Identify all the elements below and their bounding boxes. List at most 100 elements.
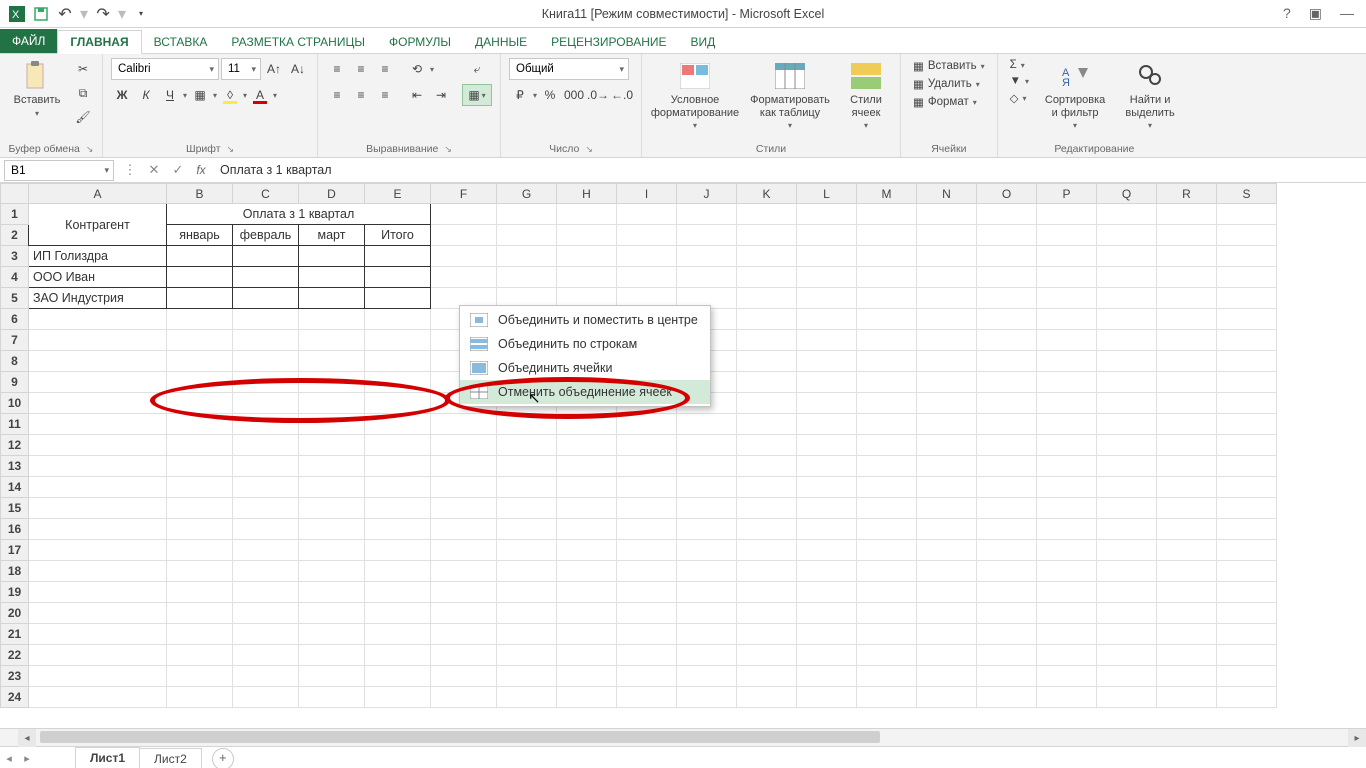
cell-I16[interactable] [617, 519, 677, 540]
row-header-22[interactable]: 22 [1, 645, 29, 666]
fill-button[interactable]: ▼▾ [1006, 74, 1033, 88]
cell-R19[interactable] [1157, 582, 1217, 603]
format-cells-button[interactable]: ▦Формат▾ [909, 94, 989, 110]
find-select-button[interactable]: Найти и выделить▾ [1117, 58, 1183, 132]
cell-G15[interactable] [497, 498, 557, 519]
align-top-icon[interactable]: ≡ [326, 58, 348, 80]
cell-N11[interactable] [917, 414, 977, 435]
cell-O22[interactable] [977, 645, 1037, 666]
cell-Q3[interactable] [1097, 246, 1157, 267]
cell-G17[interactable] [497, 540, 557, 561]
cell-F17[interactable] [431, 540, 497, 561]
cell-B22[interactable] [167, 645, 233, 666]
cell-S14[interactable] [1217, 477, 1277, 498]
cell-A4[interactable]: ООО Иван [29, 267, 167, 288]
tab-page-layout[interactable]: РАЗМЕТКА СТРАНИЦЫ [219, 31, 377, 53]
cell-H3[interactable] [557, 246, 617, 267]
cell-E10[interactable] [365, 393, 431, 414]
cell-H12[interactable] [557, 435, 617, 456]
cell-P10[interactable] [1037, 393, 1097, 414]
cell-D13[interactable] [299, 456, 365, 477]
cell-H24[interactable] [557, 687, 617, 708]
cell-P6[interactable] [1037, 309, 1097, 330]
cell-A16[interactable] [29, 519, 167, 540]
cell-S23[interactable] [1217, 666, 1277, 687]
cell-I3[interactable] [617, 246, 677, 267]
align-bottom-icon[interactable]: ≡ [374, 58, 396, 80]
cell-E5[interactable] [365, 288, 431, 309]
decrease-indent-icon[interactable]: ⇤ [406, 84, 428, 106]
merge-across-item[interactable]: Объединить по строкам [460, 332, 710, 356]
cell-N20[interactable] [917, 603, 977, 624]
cell-A13[interactable] [29, 456, 167, 477]
cell-M10[interactable] [857, 393, 917, 414]
cell-J23[interactable] [677, 666, 737, 687]
cell-A20[interactable] [29, 603, 167, 624]
cell-B14[interactable] [167, 477, 233, 498]
row-header-19[interactable]: 19 [1, 582, 29, 603]
cell-Q2[interactable] [1097, 225, 1157, 246]
cell-D8[interactable] [299, 351, 365, 372]
row-header-18[interactable]: 18 [1, 561, 29, 582]
cell-O20[interactable] [977, 603, 1037, 624]
cell-K2[interactable] [737, 225, 797, 246]
cell-S11[interactable] [1217, 414, 1277, 435]
cell-B24[interactable] [167, 687, 233, 708]
cell-N14[interactable] [917, 477, 977, 498]
cell-P16[interactable] [1037, 519, 1097, 540]
cell-J16[interactable] [677, 519, 737, 540]
align-left-icon[interactable]: ≡ [326, 84, 348, 106]
cell-N3[interactable] [917, 246, 977, 267]
cell-F19[interactable] [431, 582, 497, 603]
cell-S18[interactable] [1217, 561, 1277, 582]
cell-G24[interactable] [497, 687, 557, 708]
cell-Q7[interactable] [1097, 330, 1157, 351]
cell-P23[interactable] [1037, 666, 1097, 687]
cell-R5[interactable] [1157, 288, 1217, 309]
cell-L13[interactable] [797, 456, 857, 477]
cell-D22[interactable] [299, 645, 365, 666]
cell-B9[interactable] [167, 372, 233, 393]
row-header-11[interactable]: 11 [1, 414, 29, 435]
cell-B16[interactable] [167, 519, 233, 540]
cell-R14[interactable] [1157, 477, 1217, 498]
cell-H16[interactable] [557, 519, 617, 540]
cell-D15[interactable] [299, 498, 365, 519]
col-header-N[interactable]: N [917, 184, 977, 204]
cell-K7[interactable] [737, 330, 797, 351]
cell-P21[interactable] [1037, 624, 1097, 645]
cell-M2[interactable] [857, 225, 917, 246]
cell-D7[interactable] [299, 330, 365, 351]
cell-Q18[interactable] [1097, 561, 1157, 582]
cell-B12[interactable] [167, 435, 233, 456]
cell-M15[interactable] [857, 498, 917, 519]
sheet-tab-1[interactable]: Лист1 [75, 747, 140, 768]
cell-L9[interactable] [797, 372, 857, 393]
cell-R17[interactable] [1157, 540, 1217, 561]
cell-G3[interactable] [497, 246, 557, 267]
cell-B11[interactable] [167, 414, 233, 435]
cell-N9[interactable] [917, 372, 977, 393]
cell-M19[interactable] [857, 582, 917, 603]
new-sheet-button[interactable]: + [212, 748, 234, 768]
cell-L7[interactable] [797, 330, 857, 351]
cell-I17[interactable] [617, 540, 677, 561]
merge-cells-item[interactable]: Объединить ячейки [460, 356, 710, 380]
cell-O13[interactable] [977, 456, 1037, 477]
cell-J4[interactable] [677, 267, 737, 288]
cell-H20[interactable] [557, 603, 617, 624]
conditional-formatting-button[interactable]: Условное форматирование▾ [650, 58, 740, 132]
cell-G23[interactable] [497, 666, 557, 687]
row-header-1[interactable]: 1 [1, 204, 29, 225]
cell-I12[interactable] [617, 435, 677, 456]
cell-B13[interactable] [167, 456, 233, 477]
cell-F2[interactable] [431, 225, 497, 246]
cell-Q15[interactable] [1097, 498, 1157, 519]
cell-M8[interactable] [857, 351, 917, 372]
cell-L14[interactable] [797, 477, 857, 498]
cell-G1[interactable] [497, 204, 557, 225]
cell-B23[interactable] [167, 666, 233, 687]
cell-S17[interactable] [1217, 540, 1277, 561]
cell-O2[interactable] [977, 225, 1037, 246]
col-header-D[interactable]: D [299, 184, 365, 204]
